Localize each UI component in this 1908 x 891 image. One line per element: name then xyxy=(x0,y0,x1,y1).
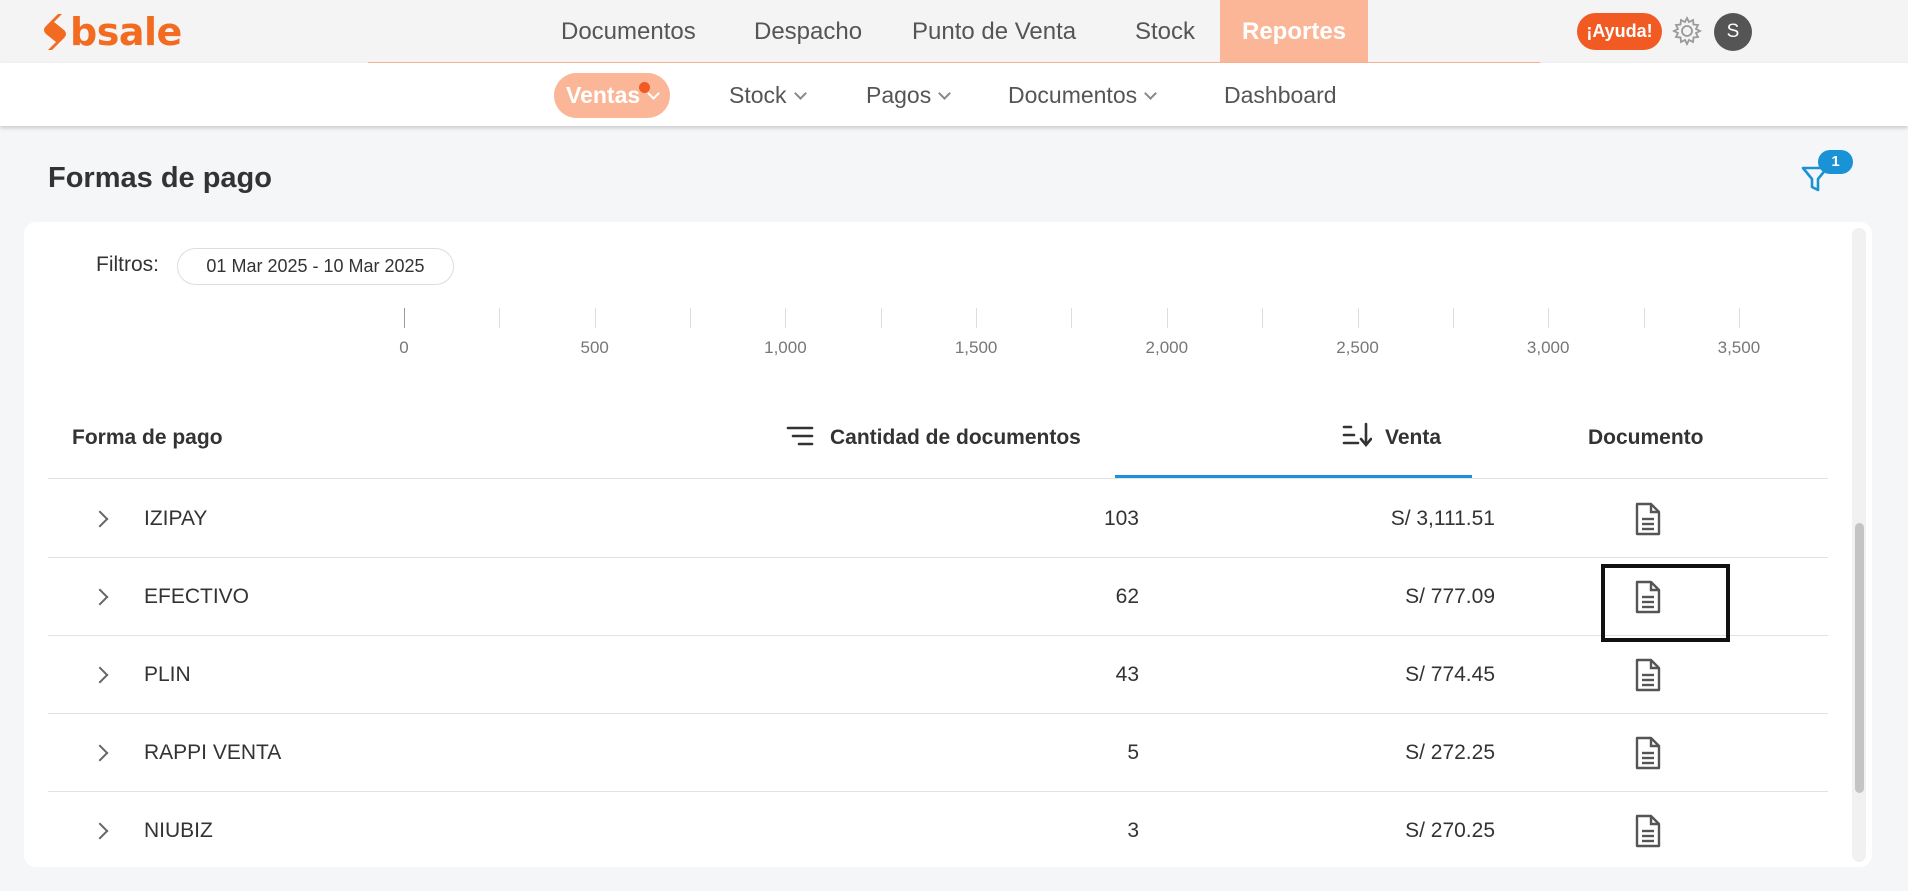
chevron-right-icon[interactable] xyxy=(91,822,109,840)
column-header-venta[interactable]: Venta xyxy=(1385,422,1441,454)
row-doc-count: 103 xyxy=(1103,507,1139,530)
chevron-down-icon xyxy=(938,86,952,100)
column-header-forma-de-pago[interactable]: Forma de pago xyxy=(72,422,223,454)
top-nav-despacho[interactable]: Despacho xyxy=(732,0,884,63)
axis-minor-tick xyxy=(1643,308,1645,328)
bsale-logo-icon xyxy=(44,14,66,50)
table-row[interactable]: IZIPAY 103 S/ 3,111.51 xyxy=(48,480,1828,558)
sub-nav-ventas-label: Ventas xyxy=(566,82,641,108)
sub-nav-stock[interactable]: Stock xyxy=(729,73,807,118)
bsale-logo[interactable]: bsale xyxy=(38,10,182,54)
column-header-documento: Documento xyxy=(1588,426,1704,449)
axis-tick-label: 500 xyxy=(580,338,609,357)
axis-tick xyxy=(1166,308,1168,328)
document-icon[interactable] xyxy=(1634,502,1662,536)
axis-tick-label: 3,000 xyxy=(1526,338,1570,357)
gear-icon[interactable] xyxy=(1671,15,1703,47)
sub-nav: Ventas Stock Pagos Documentos Dashboard xyxy=(0,63,1908,126)
chevron-right-icon[interactable] xyxy=(91,588,109,606)
row-payment-method: EFECTIVO xyxy=(144,585,250,608)
chevron-right-icon[interactable] xyxy=(91,744,109,762)
top-nav-stock[interactable]: Stock xyxy=(1113,0,1217,63)
sort-descending-icon[interactable] xyxy=(1342,422,1372,448)
header-divider xyxy=(48,478,1828,479)
axis-tick-label: 1,500 xyxy=(954,338,998,357)
column-header-cantidad-documentos[interactable]: Cantidad de documentos xyxy=(830,422,1081,454)
sub-nav-ventas[interactable]: Ventas xyxy=(554,73,671,118)
chevron-right-icon[interactable] xyxy=(91,510,109,528)
table-row[interactable]: RAPPI VENTA 5 S/ 272.25 xyxy=(48,714,1828,792)
axis-tick-label: 2,500 xyxy=(1336,338,1379,357)
chevron-right-icon[interactable] xyxy=(91,666,109,684)
page-title: Formas de pago xyxy=(48,162,272,194)
row-doc-count: 43 xyxy=(1115,663,1139,686)
axis-tick xyxy=(1738,308,1740,328)
focus-highlight xyxy=(1601,564,1730,642)
table-row[interactable]: EFECTIVO 62 S/ 777.09 xyxy=(48,558,1828,636)
user-avatar[interactable]: S xyxy=(1714,13,1752,51)
table-row[interactable]: NIUBIZ 3 S/ 270.25 xyxy=(48,792,1828,866)
row-sale: S/ 272.25 xyxy=(1405,741,1495,764)
axis-minor-tick xyxy=(690,308,692,328)
sub-nav-pagos[interactable]: Pagos xyxy=(866,73,952,118)
axis-tick xyxy=(594,308,596,328)
top-bar: bsale Documentos Despacho Punto de Venta… xyxy=(0,0,1908,65)
sub-nav-pagos-label: Pagos xyxy=(866,82,932,108)
axis-minor-tick xyxy=(1452,308,1454,328)
axis-tick xyxy=(1548,308,1550,328)
bsale-logo-text: bsale xyxy=(70,10,182,54)
notification-dot xyxy=(639,82,650,93)
top-nav-documentos[interactable]: Documentos xyxy=(539,0,718,63)
top-nav-reportes[interactable]: Reportes xyxy=(1220,0,1369,63)
top-nav-punto-de-venta[interactable]: Punto de Venta xyxy=(890,0,1098,63)
row-payment-method: RAPPI VENTA xyxy=(144,741,282,764)
axis-tick xyxy=(976,308,978,328)
row-doc-count: 5 xyxy=(1127,741,1139,764)
axis-minor-tick xyxy=(1262,308,1264,328)
sort-icon[interactable] xyxy=(786,424,814,448)
axis-tick-label: 3,500 xyxy=(1717,338,1761,357)
row-payment-method: PLIN xyxy=(144,663,191,686)
axis-tick xyxy=(404,308,405,328)
sub-nav-dashboard[interactable]: Dashboard xyxy=(1224,73,1337,118)
filter-count-badge: 1 xyxy=(1818,150,1853,174)
sub-nav-documentos-label: Documentos xyxy=(1008,82,1138,108)
chevron-down-icon xyxy=(793,86,807,100)
chevron-down-icon xyxy=(1144,86,1157,100)
axis-tick-label: 2,000 xyxy=(1145,338,1189,357)
filters-label: Filtros: xyxy=(96,253,159,276)
axis-tick xyxy=(785,308,787,328)
axis-minor-tick xyxy=(880,308,882,328)
row-payment-method: IZIPAY xyxy=(144,507,208,530)
row-sale: S/ 3,111.51 xyxy=(1390,507,1495,530)
axis-tick-label: 0 xyxy=(399,338,409,357)
document-icon[interactable] xyxy=(1634,658,1662,692)
row-sale: S/ 270.25 xyxy=(1405,819,1495,842)
date-range-chip[interactable]: 01 Mar 2025 - 10 Mar 2025 xyxy=(177,248,454,285)
scrollbar-thumb[interactable] xyxy=(1855,523,1864,793)
axis-minor-tick xyxy=(1071,308,1073,328)
top-nav: Documentos Despacho Punto de Venta Stock… xyxy=(368,0,1540,65)
row-sale: S/ 774.45 xyxy=(1405,663,1495,686)
sub-nav-dashboard-label: Dashboard xyxy=(1224,82,1337,108)
row-sale: S/ 777.09 xyxy=(1405,585,1495,608)
row-payment-method: NIUBIZ xyxy=(144,819,213,842)
help-button[interactable]: ¡Ayuda! xyxy=(1577,13,1662,50)
row-doc-count: 3 xyxy=(1127,819,1139,842)
axis-tick xyxy=(1357,308,1359,328)
table-row[interactable]: PLIN 43 S/ 774.45 xyxy=(48,636,1828,714)
axis-minor-tick xyxy=(499,308,501,328)
sub-nav-stock-label: Stock xyxy=(729,82,787,108)
row-doc-count: 62 xyxy=(1115,585,1139,608)
document-icon[interactable] xyxy=(1634,814,1662,848)
document-icon[interactable] xyxy=(1634,736,1662,770)
sub-nav-documentos[interactable]: Documentos xyxy=(1008,73,1157,118)
axis-tick-label: 1,000 xyxy=(764,338,807,357)
